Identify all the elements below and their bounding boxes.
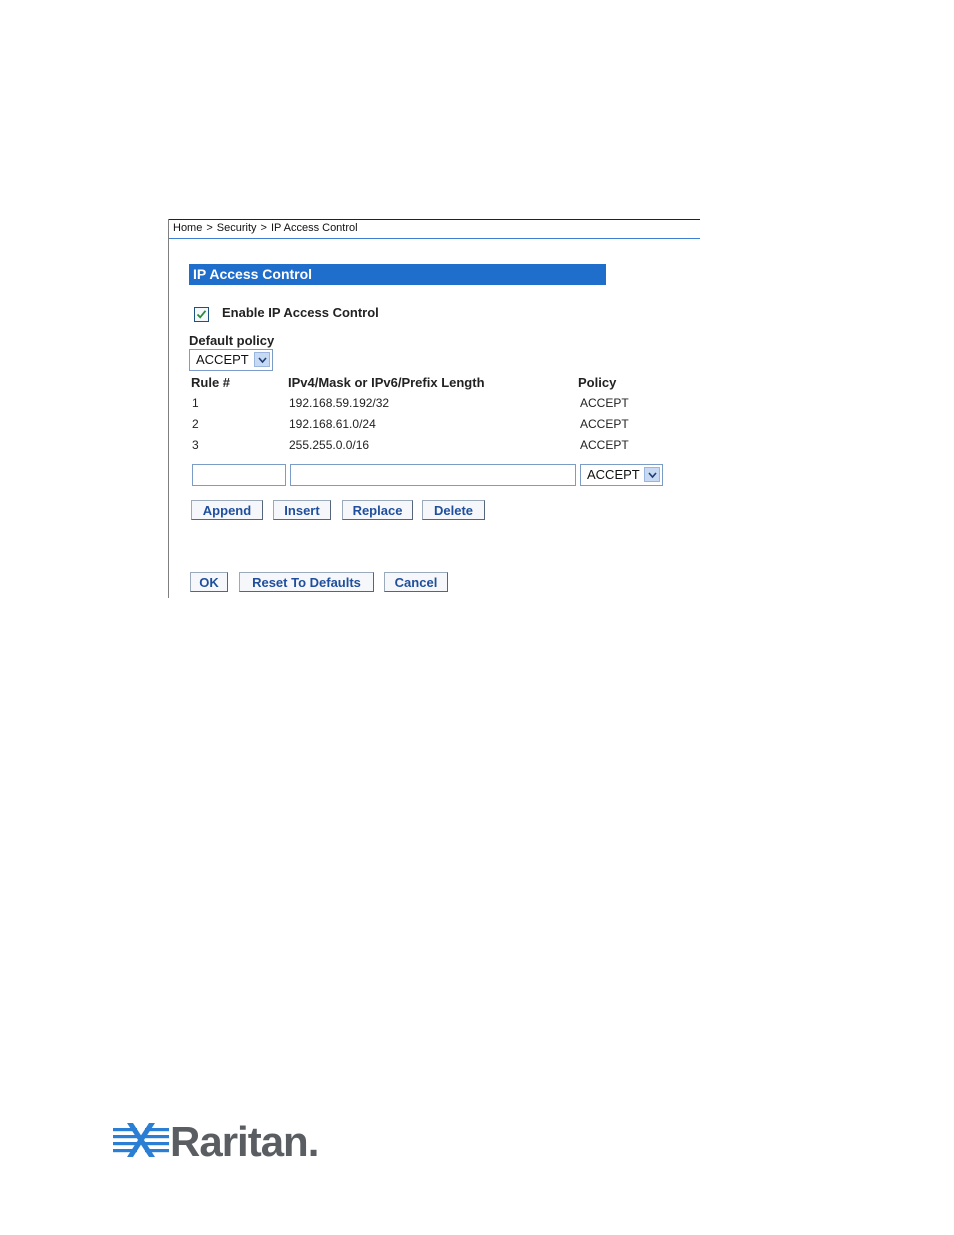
policy-header: Policy: [578, 375, 617, 390]
rule-number-header: Rule #: [191, 375, 231, 390]
breadcrumb-security[interactable]: Security: [217, 222, 257, 234]
raritan-mark-icon: [113, 1123, 169, 1157]
rule-2-policy[interactable]: ACCEPT: [580, 417, 629, 431]
enable-ip-access-control-label: Enable IP Access Control: [222, 305, 379, 320]
replace-button[interactable]: Replace: [342, 500, 413, 520]
new-rule-policy-select[interactable]: ACCEPT: [580, 464, 663, 486]
chevron-down-icon[interactable]: [254, 352, 270, 367]
delete-button[interactable]: Delete: [422, 500, 485, 520]
section-header: IP Access Control: [189, 264, 606, 285]
default-policy-value: ACCEPT: [196, 352, 249, 367]
breadcrumb-divider: [169, 238, 700, 239]
rule-1-number[interactable]: 1: [192, 396, 199, 410]
rule-3-policy[interactable]: ACCEPT: [580, 438, 629, 452]
ip-access-control-screenshot: Home > Security > IP Access Control IP Acces…: [168, 219, 700, 598]
chevron-down-icon[interactable]: [644, 467, 660, 482]
insert-button[interactable]: Insert: [273, 500, 331, 520]
breadcrumb-ip-access-control: IP Access Control: [270, 222, 358, 234]
raritan-logo: Raritan.: [113, 1118, 319, 1165]
reset-to-defaults-button[interactable]: Reset To Defaults: [239, 572, 374, 592]
cancel-button[interactable]: Cancel: [384, 572, 448, 592]
enable-ip-access-control-checkbox[interactable]: [194, 307, 209, 322]
new-rule-mask-input[interactable]: [290, 464, 576, 486]
rule-1-policy[interactable]: ACCEPT: [580, 396, 629, 410]
mask-header: IPv4/Mask or IPv6/Prefix Length: [288, 375, 485, 390]
default-policy-label: Default policy: [189, 333, 275, 348]
rule-3-mask[interactable]: 255.255.0.0/16: [289, 438, 369, 452]
breadcrumb-home[interactable]: Home: [173, 222, 202, 234]
rule-2-number[interactable]: 2: [192, 417, 199, 431]
raritan-wordmark-suffix: .: [307, 1118, 320, 1165]
checkmark-icon: [196, 310, 207, 319]
breadcrumb-separator: >: [260, 222, 267, 234]
ok-button[interactable]: OK: [190, 572, 228, 592]
breadcrumb: Home > Security > IP Access Control: [173, 222, 358, 234]
default-policy-select[interactable]: ACCEPT: [189, 349, 273, 371]
rule-1-mask[interactable]: 192.168.59.192/32: [289, 396, 389, 410]
new-rule-number-input[interactable]: [192, 464, 286, 486]
rule-3-number[interactable]: 3: [192, 438, 199, 452]
rule-2-mask[interactable]: 192.168.61.0/24: [289, 417, 376, 431]
raritan-wordmark: Raritan.: [170, 1118, 320, 1166]
raritan-wordmark-text: Raritan: [170, 1118, 309, 1165]
new-rule-policy-value: ACCEPT: [587, 467, 640, 482]
breadcrumb-separator: >: [206, 222, 213, 234]
top-border: [169, 219, 700, 220]
section-title: IP Access Control: [193, 266, 313, 282]
append-button[interactable]: Append: [191, 500, 263, 520]
